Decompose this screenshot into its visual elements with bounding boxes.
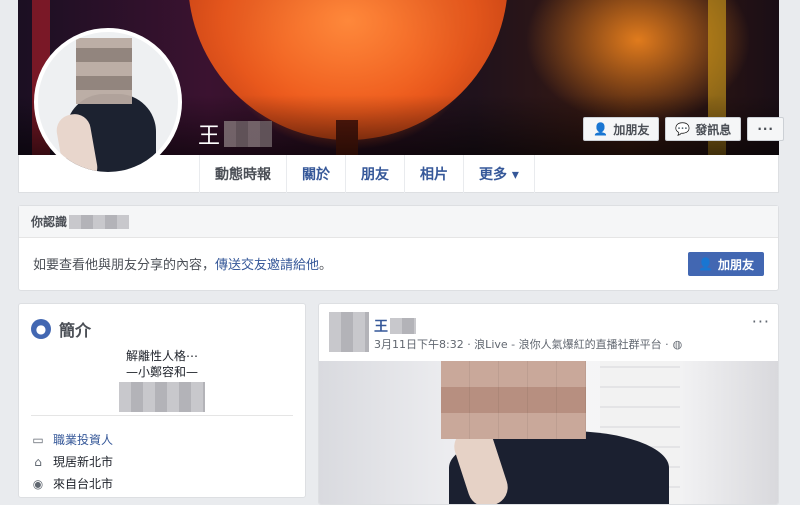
current-city-text: 現居新北市 (53, 455, 114, 469)
more-options-button[interactable]: ··· (747, 117, 784, 141)
intro-divider (31, 415, 293, 416)
profile-name: 王 (198, 118, 273, 150)
intro-hometown: ◉ 來自台北市 (31, 475, 113, 492)
tab-photos[interactable]: 相片 (404, 155, 463, 193)
post-options-button[interactable]: ··· (752, 312, 770, 331)
do-you-know-card: 你認識 如要查看他與朋友分享的內容，傳送交友邀請給他。 👤 加朋友 (18, 205, 779, 291)
tab-friends[interactable]: 朋友 (345, 155, 404, 193)
location-pin-icon: ◉ (32, 476, 44, 491)
globe-icon: ◍ (672, 337, 683, 351)
prompt-suffix: 。 (319, 258, 333, 273)
post-meta: 3月11日下午8:32 · 浪Live - 浪你人氣爆紅的直播社群平台 · ◍ (374, 336, 682, 352)
add-friend-icon: 👤 (698, 257, 713, 271)
message-label: 發訊息 (695, 122, 732, 137)
add-friend-button[interactable]: 👤 加朋友 (583, 117, 660, 141)
friend-request-prompt: 如要查看他與朋友分享的內容，傳送交友邀請給他。 (33, 254, 332, 273)
profile-picture[interactable] (34, 28, 182, 176)
avatar-pixelated-face (76, 38, 132, 104)
timeline-post: 王 3月11日下午8:32 · 浪Live - 浪你人氣爆紅的直播社群平台 · … (318, 303, 779, 505)
photo-pixelated-face (441, 361, 586, 439)
post-photo[interactable] (319, 361, 778, 504)
more-dots-icon: ··· (757, 122, 774, 136)
messenger-icon: 💬 (675, 122, 691, 136)
add-friend-primary-button[interactable]: 👤 加朋友 (688, 252, 764, 276)
add-friend-icon: 👤 (593, 122, 609, 136)
briefcase-icon: ▭ (32, 432, 44, 447)
bio-line: —小鄭容和— (125, 365, 198, 379)
name-redaction (224, 121, 273, 147)
send-friend-request-link[interactable]: 傳送交友邀請給他 (215, 258, 319, 273)
globe-icon: ● (31, 319, 51, 339)
intro-title-text: 簡介 (59, 321, 92, 340)
post-author-avatar[interactable] (329, 312, 369, 352)
job-link[interactable]: 職業投資人 (53, 431, 113, 448)
intro-card: ● 簡介 解離性人格⋯ —小鄭容和— ▭ 職業投資人 ⌂ 現居新北市 ◉ 來自台… (18, 303, 306, 498)
name-redaction (69, 214, 130, 229)
prompt-text: 如要查看他與朋友分享的內容， (33, 258, 216, 273)
intro-title: ● 簡介 (31, 317, 91, 341)
bio-line: 解離性人格⋯ (125, 349, 198, 363)
post-meta-text[interactable]: 3月11日下午8:32 · 浪Live - 浪你人氣爆紅的直播社群平台 · (374, 336, 669, 352)
tab-timeline[interactable]: 動態時報 (199, 155, 286, 193)
post-author-name[interactable]: 王 (374, 316, 416, 336)
hometown-text: 來自台北市 (53, 477, 114, 491)
do-you-know-header: 你認識 (19, 206, 778, 238)
message-button[interactable]: 💬 發訊息 (665, 117, 742, 141)
post-author-text: 王 (374, 319, 388, 335)
profile-name-text: 王 (198, 124, 221, 149)
intro-current-city: ⌂ 現居新北市 (31, 453, 113, 470)
do-you-know-title: 你認識 (31, 215, 68, 229)
intro-job: ▭ 職業投資人 (31, 431, 113, 448)
home-icon: ⌂ (34, 454, 42, 469)
add-friend-primary-label: 加朋友 (717, 257, 754, 272)
name-redaction (390, 318, 416, 334)
tab-more[interactable]: 更多 ▾ (463, 155, 535, 193)
intro-bio: 解離性人格⋯ —小鄭容和— (19, 348, 305, 412)
add-friend-label: 加朋友 (613, 122, 650, 137)
tab-about[interactable]: 關於 (286, 155, 345, 193)
bio-redaction (119, 382, 205, 412)
cover-actions: 👤 加朋友 💬 發訊息 ··· (583, 117, 784, 141)
